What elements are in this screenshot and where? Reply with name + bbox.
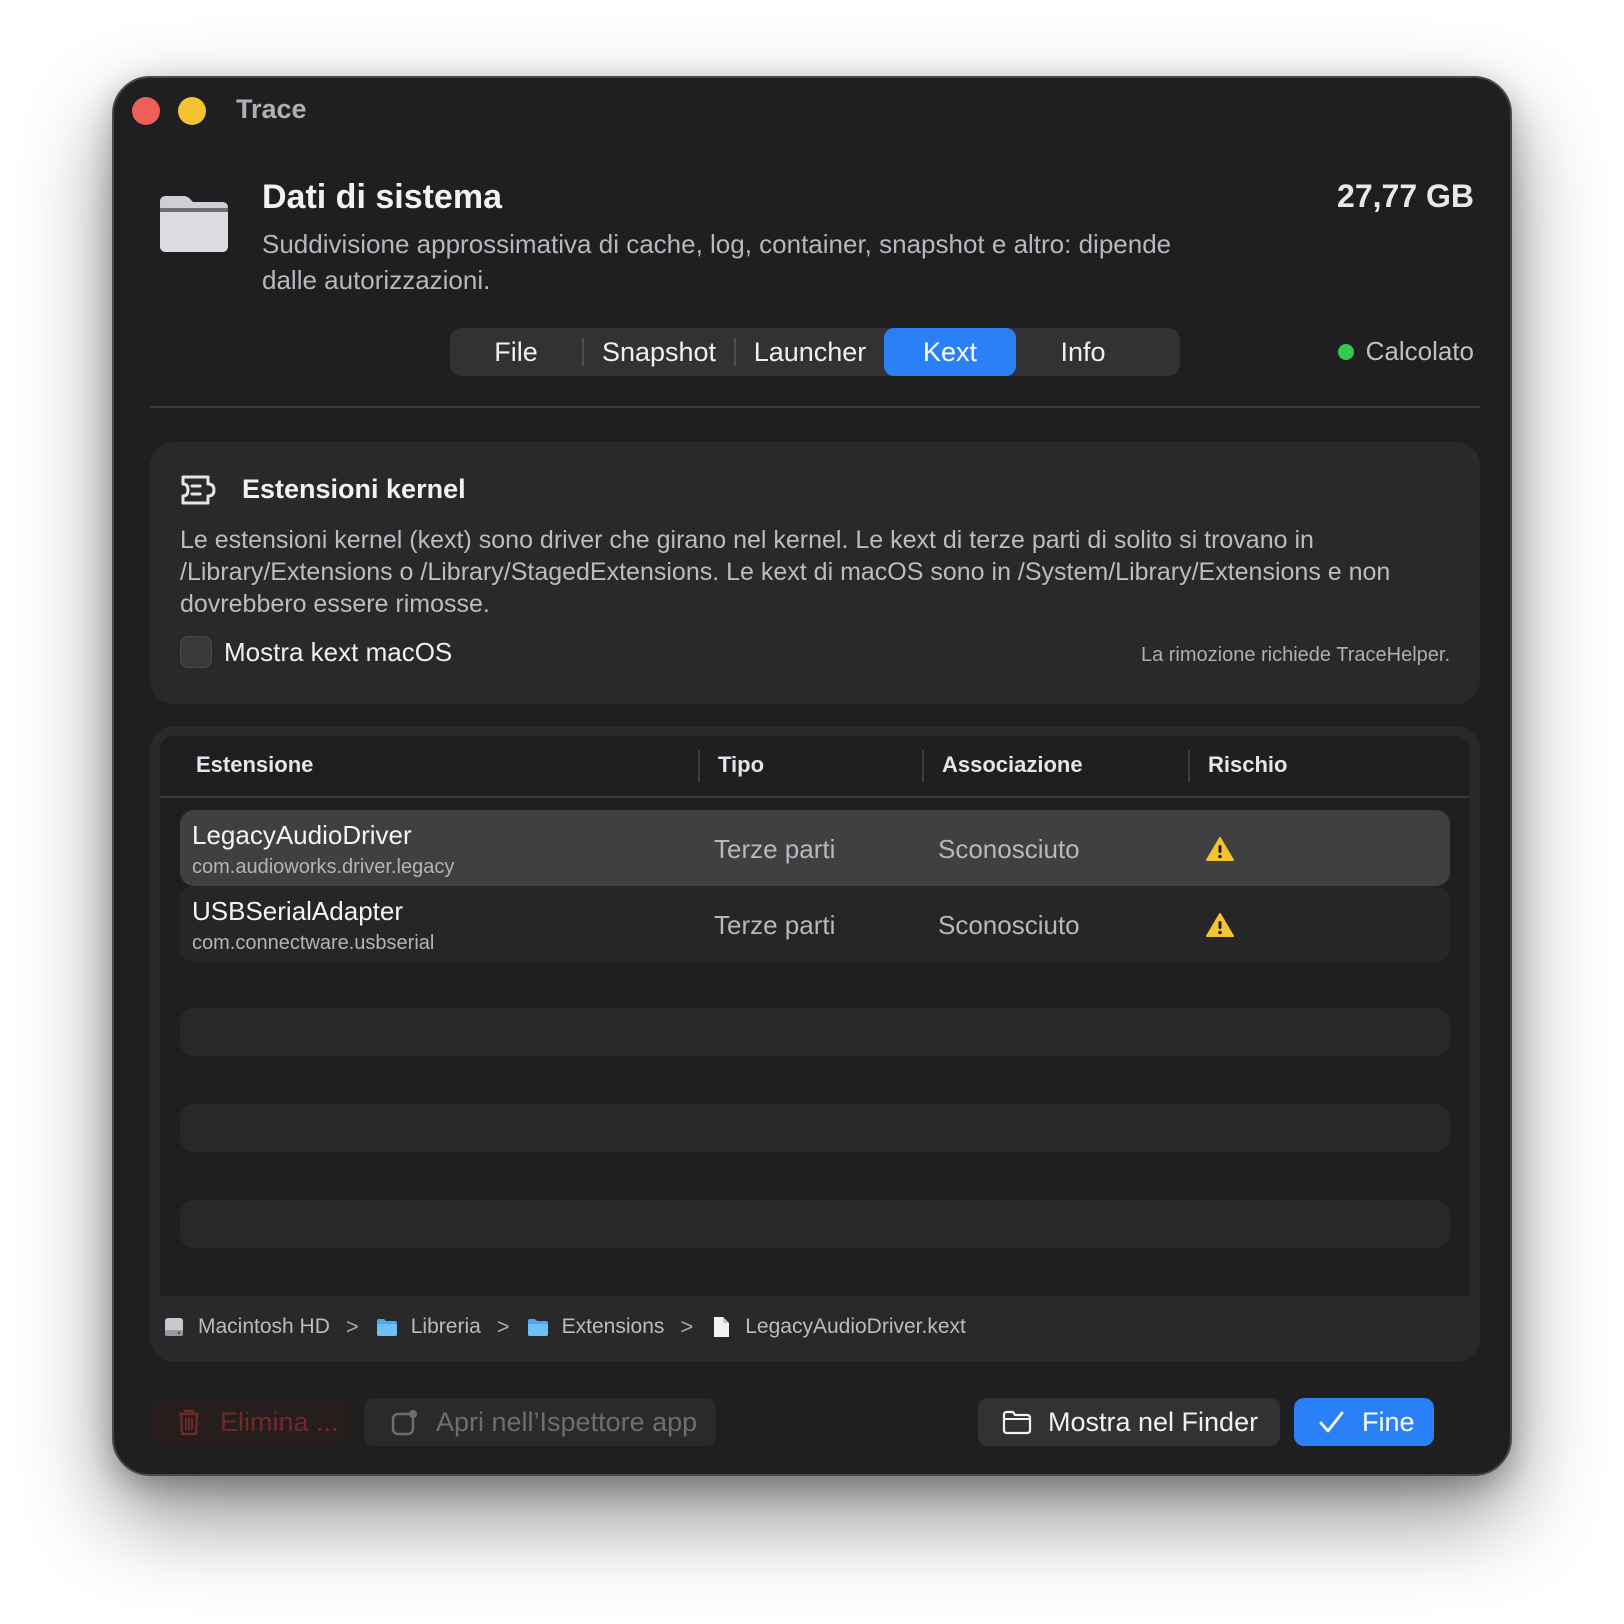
checkmark-icon — [1319, 1411, 1344, 1433]
card-description: Le estensioni kernel (kext) sono driver … — [180, 526, 1391, 618]
empty-row — [180, 1200, 1450, 1248]
status-label: Calcolato — [1365, 336, 1474, 366]
extensions-table-card: Estensione Tipo Associazione Rischio Leg… — [150, 726, 1480, 1362]
divider — [150, 406, 1480, 408]
checkbox[interactable] — [180, 636, 212, 668]
tab-file[interactable]: File — [450, 328, 582, 376]
table-header: Estensione Tipo Associazione Rischio — [160, 736, 1470, 798]
minimize-window-button[interactable] — [178, 97, 206, 125]
column-separator — [1188, 750, 1190, 782]
status-dot — [1337, 343, 1354, 360]
show-macos-kext-toggle[interactable]: Mostra kext macOS — [180, 636, 452, 668]
tab-launcher[interactable]: Launcher — [736, 328, 884, 376]
page-title: Dati di sistema — [262, 178, 502, 216]
inspector-button-label: Apri nell’Ispettore app — [436, 1406, 698, 1437]
breadcrumb-label: Libreria — [410, 1315, 481, 1338]
done-button[interactable]: Fine — [1294, 1398, 1434, 1446]
breadcrumb-label: LegacyAudioDriver.kext — [745, 1315, 966, 1338]
close-window-button[interactable] — [132, 97, 160, 125]
warning-icon — [1206, 913, 1234, 937]
card-title: Estensioni kernel — [242, 474, 466, 504]
column-header-extension[interactable]: Estensione — [196, 752, 313, 778]
chevron-right-icon: > — [496, 1314, 510, 1339]
total-size: 27,77 GB — [1337, 178, 1474, 214]
tab-bar: File Snapshot Launcher Kext Info — [450, 328, 1180, 376]
checkbox-label: Mostra kext macOS — [224, 636, 453, 667]
open-in-inspector-button[interactable]: Apri nell’Ispettore app — [364, 1398, 716, 1446]
extensions-table: Estensione Tipo Associazione Rischio Leg… — [160, 736, 1470, 1296]
association-cell: Sconosciuto — [938, 910, 1080, 940]
done-button-label: Fine — [1362, 1406, 1415, 1437]
tab-info[interactable]: Info — [1016, 328, 1150, 376]
removal-note: La rimozione richiede TraceHelper. — [1140, 644, 1450, 666]
tab-kext[interactable]: Kext — [884, 328, 1016, 376]
warning-icon — [1206, 837, 1234, 861]
table-row[interactable]: LegacyAudioDriver com.audioworks.driver.… — [180, 810, 1450, 886]
column-separator — [922, 750, 924, 782]
column-header-risk[interactable]: Rischio — [1208, 752, 1287, 778]
app-window: Trace Dati di sistema Suddivisione appro… — [112, 76, 1512, 1476]
folder-icon — [160, 196, 228, 252]
table-row[interactable]: USBSerialAdapter com.connectware.usbseri… — [180, 886, 1450, 962]
info-card: Estensioni kernel Le estensioni kernel (… — [150, 442, 1480, 704]
bundle-id: com.audioworks.driver.legacy — [192, 856, 455, 878]
empty-row — [180, 1008, 1450, 1056]
folder-icon — [527, 1319, 548, 1336]
breadcrumb-item-extensions[interactable]: Extensions — [526, 1315, 665, 1339]
trash-icon — [179, 1409, 199, 1436]
empty-row — [180, 1104, 1450, 1152]
association-cell: Sconosciuto — [938, 834, 1080, 864]
breadcrumb-item-disk[interactable]: Macintosh HD — [162, 1315, 330, 1339]
type-cell: Terze parti — [714, 834, 836, 864]
delete-button[interactable]: Elimina ... — [150, 1398, 350, 1446]
chevron-right-icon: > — [680, 1314, 694, 1339]
bundle-id: com.connectware.usbserial — [192, 932, 435, 954]
folder-icon — [1002, 1410, 1032, 1435]
puzzle-extension-icon — [181, 475, 216, 505]
window-title: Trace — [236, 94, 307, 124]
extension-name: USBSerialAdapter — [192, 896, 403, 926]
file-icon — [714, 1317, 730, 1337]
chevron-right-icon: > — [345, 1314, 359, 1339]
breadcrumb-item-file[interactable]: LegacyAudioDriver.kext — [709, 1315, 966, 1339]
extension-name: LegacyAudioDriver — [192, 820, 412, 850]
column-separator — [698, 750, 700, 782]
show-in-finder-button[interactable]: Mostra nel Finder — [978, 1398, 1280, 1446]
breadcrumb-label: Extensions — [561, 1315, 665, 1338]
breadcrumb-label: Macintosh HD — [198, 1315, 330, 1338]
folder-icon — [376, 1319, 397, 1336]
type-cell: Terze parti — [714, 910, 836, 940]
path-breadcrumb: Macintosh HD > Libreria > Extensions > L… — [162, 1314, 966, 1340]
title-bar: Trace — [114, 78, 1510, 142]
status-indicator: Calcolato — [1337, 336, 1474, 367]
column-header-association[interactable]: Associazione — [942, 752, 1083, 778]
delete-button-label: Elimina ... — [220, 1406, 339, 1437]
disk-icon — [165, 1318, 183, 1336]
page-subtitle: Suddivisione approssimativa di cache, lo… — [262, 229, 1172, 295]
inspector-icon — [391, 1410, 417, 1436]
breadcrumb-item-library[interactable]: Libreria — [375, 1315, 481, 1339]
tab-snapshot[interactable]: Snapshot — [584, 328, 734, 376]
finder-button-label: Mostra nel Finder — [1048, 1406, 1259, 1437]
column-header-type[interactable]: Tipo — [718, 752, 764, 778]
